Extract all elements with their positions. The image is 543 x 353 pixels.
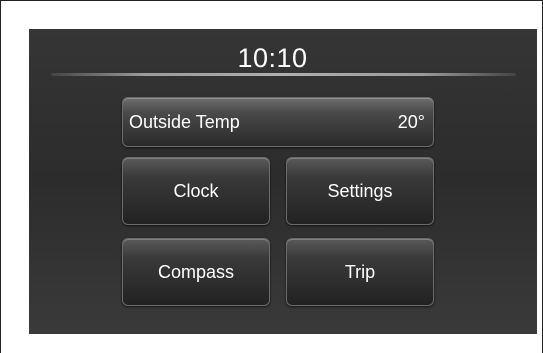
display-screen: 10:10 Outside Temp 20° Clock Settings Co… bbox=[29, 29, 537, 334]
outside-temp-label: Outside Temp bbox=[129, 111, 240, 132]
device-frame: 10:10 Outside Temp 20° Clock Settings Co… bbox=[0, 0, 543, 353]
outside-temp-button[interactable]: Outside Temp 20° bbox=[122, 97, 434, 147]
header-divider bbox=[51, 73, 516, 76]
compass-button-label: Compass bbox=[157, 261, 235, 282]
clock-time: 10:10 bbox=[237, 43, 308, 73]
clock-button-label: Clock bbox=[173, 180, 219, 201]
clock-button[interactable]: Clock bbox=[122, 157, 270, 225]
compass-button[interactable]: Compass bbox=[122, 238, 270, 306]
outside-temp-value: 20° bbox=[397, 111, 425, 132]
settings-button-label: Settings bbox=[327, 180, 393, 201]
trip-button-label: Trip bbox=[344, 261, 376, 282]
settings-button[interactable]: Settings bbox=[286, 157, 434, 225]
trip-button[interactable]: Trip bbox=[286, 238, 434, 306]
